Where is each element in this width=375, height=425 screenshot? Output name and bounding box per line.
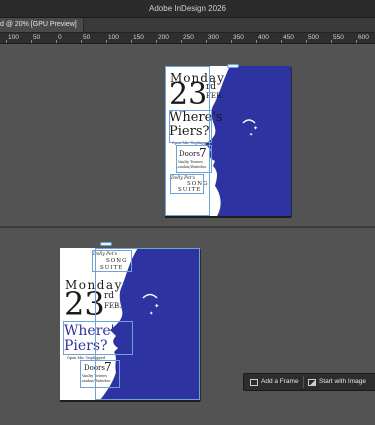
ruler-label: 0 [58, 34, 62, 41]
start-with-image-button[interactable]: Start with Image [308, 376, 366, 388]
frame-icon [250, 378, 258, 386]
app-title: Adobe InDesign 2026 [149, 4, 226, 13]
ruler-tick [6, 40, 7, 43]
document-tab-bar: d @ 20% [GPU Preview] [0, 18, 375, 33]
ruler-label: 450 [283, 34, 294, 41]
image-icon [308, 378, 316, 386]
window-title-bar: Adobe InDesign 2026 [0, 0, 375, 18]
selection-guide[interactable] [165, 66, 210, 216]
horizontal-ruler[interactable]: 100 50 0 50 100 150 200 250 300 350 400 450 500 550 60… [0, 33, 375, 44]
ruler-tick [231, 40, 232, 43]
contextual-task-bar: Add a Frame Start with Image [243, 373, 375, 391]
ruler-tick [206, 40, 207, 43]
sparkle-icon-small: ✦ [249, 132, 253, 138]
ruler-tick [106, 40, 107, 43]
page-shadow [60, 400, 200, 402]
ruler-label: 150 [133, 34, 144, 41]
ruler-tick [356, 40, 357, 43]
ruler-label: 200 [158, 34, 169, 41]
ruler-tick [256, 40, 257, 43]
page-handle[interactable] [227, 64, 239, 68]
ruler-label: 500 [308, 34, 319, 41]
blue-face-shape [205, 66, 291, 216]
start-with-image-label: Start with Image [319, 378, 366, 385]
ruler-tick [281, 40, 282, 43]
document-tab[interactable]: d @ 20% [GPU Preview] [0, 18, 84, 32]
ruler-tick [331, 40, 332, 43]
ruler-tick [131, 40, 132, 43]
ruler-label: 300 [208, 34, 219, 41]
ruler-tick [181, 40, 182, 43]
ruler-label: 600 [358, 34, 369, 41]
ruler-label: 100 [108, 34, 119, 41]
selection-guide[interactable] [95, 248, 200, 400]
add-frame-label: Add a Frame [261, 378, 299, 385]
pasteboard[interactable]: ✦ ✦ Monday 23 rd FEB. Where's Piers? Ope… [0, 44, 375, 425]
context-bar-separator [303, 376, 304, 388]
page-shadow [165, 216, 291, 218]
spread-divider [0, 226, 375, 228]
ruler-tick [156, 40, 157, 43]
ruler-label: 50 [33, 34, 41, 41]
ruler-label: 350 [233, 34, 244, 41]
ruler-label: 550 [333, 34, 344, 41]
ruler-tick [306, 40, 307, 43]
ruler-tick [31, 40, 32, 43]
ruler-label: 400 [258, 34, 269, 41]
ruler-label: 50 [83, 34, 91, 41]
ruler-tick [81, 40, 82, 43]
page-handle[interactable] [100, 242, 112, 246]
ruler-label: 250 [183, 34, 194, 41]
ruler-tick [56, 40, 57, 43]
ruler-label: 100 [8, 34, 19, 41]
add-frame-button[interactable]: Add a Frame [250, 376, 299, 388]
sparkle-icon: ✦ [253, 125, 258, 132]
